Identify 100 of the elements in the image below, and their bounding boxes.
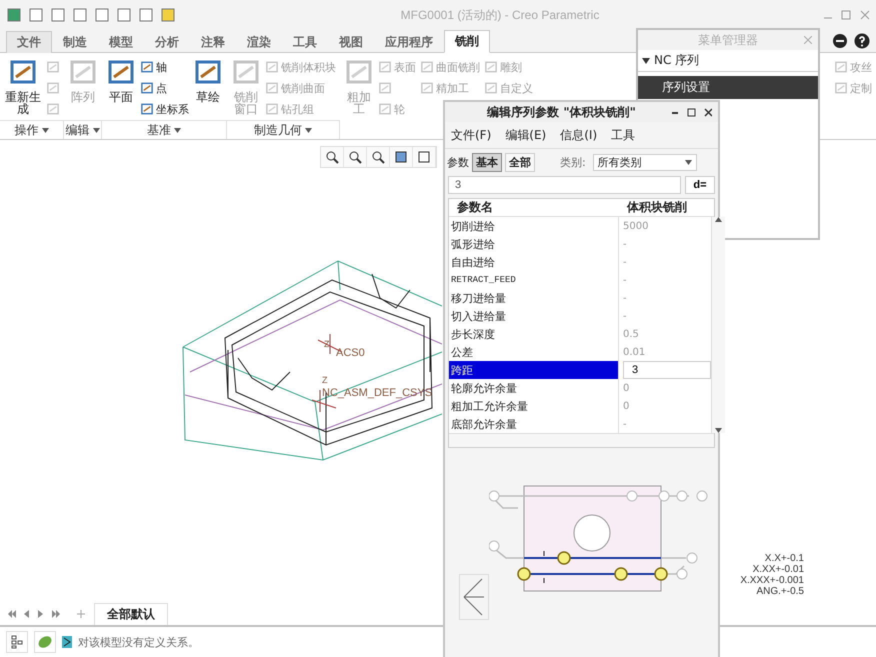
- tool-icon: [265, 81, 279, 95]
- toolbar-icon[interactable]: [6, 7, 22, 23]
- menu-item[interactable]: 工具: [611, 126, 636, 144]
- ribbon-tab[interactable]: 分析: [144, 31, 190, 53]
- scrollbar[interactable]: [711, 217, 725, 433]
- tool-icon: [420, 81, 434, 95]
- toolbar-icon[interactable]: [28, 7, 44, 23]
- parameter-name[interactable]: 自由进给: [449, 253, 619, 271]
- scrollbar[interactable]: [449, 433, 714, 447]
- tool-icon: [834, 60, 848, 74]
- ribbon-button[interactable]: 点: [140, 80, 189, 96]
- toolbar-icon[interactable]: [116, 7, 132, 23]
- group-label: 基准: [147, 122, 171, 138]
- panel-title: 菜单管理器: [698, 32, 758, 48]
- parameter-value: 0.5: [622, 328, 640, 342]
- ribbon-tab[interactable]: 工具: [282, 31, 328, 53]
- status-message: 对该模型没有定义关系。: [78, 634, 199, 650]
- tool-icon: [484, 81, 498, 95]
- sheet-tab[interactable]: 全部默认: [94, 603, 168, 625]
- parameter-name[interactable]: RETRACT_FEED: [449, 271, 619, 289]
- ribbon-button[interactable]: 草绘: [193, 57, 223, 120]
- file-menu[interactable]: 文件: [6, 31, 52, 53]
- column-header: 参数名: [456, 199, 494, 216]
- category-dropdown[interactable]: 所有类别: [592, 154, 697, 171]
- ribbon-tab[interactable]: 模型: [98, 31, 144, 53]
- tool-icon: [420, 60, 434, 74]
- tool-icon: [484, 60, 498, 74]
- ribbon-tab[interactable]: 渲染: [236, 31, 282, 53]
- parameter-value: -: [622, 274, 628, 288]
- scroll-up-icon[interactable]: [715, 217, 722, 222]
- add-sheet-icon[interactable]: [74, 607, 88, 621]
- ribbon-button[interactable]: 轴: [140, 59, 189, 75]
- tool-icon: [378, 102, 392, 116]
- zoom-fit-icon[interactable]: [325, 150, 339, 164]
- scroll-down-icon[interactable]: [715, 428, 722, 433]
- parameter-name[interactable]: 切入进给量: [449, 307, 619, 325]
- parameter-name[interactable]: 轮廓允许余量: [449, 379, 619, 397]
- menu-item[interactable]: 序列设置: [638, 76, 818, 99]
- tool-icon: [140, 102, 154, 116]
- toolbar-icon[interactable]: [160, 7, 176, 23]
- parameter-value: 5000: [622, 220, 650, 234]
- parameter-name[interactable]: 切削进给: [449, 217, 619, 235]
- toolbar-icon[interactable]: [138, 7, 154, 23]
- tool-icon: [378, 81, 392, 95]
- help-icon[interactable]: [854, 33, 870, 49]
- tree-icon[interactable]: [11, 635, 23, 649]
- field-label: 类别:: [560, 155, 586, 170]
- tolerance-text: ANG.+-0.5: [756, 586, 804, 597]
- toolbar-icon[interactable]: [72, 7, 88, 23]
- ribbon-tab[interactable]: 注释: [190, 31, 236, 53]
- dialog-title: 编辑序列参数 "体积块铣削": [486, 104, 637, 120]
- toggle-button[interactable]: 全部: [505, 153, 535, 172]
- parameter-value: -: [622, 310, 628, 324]
- column-header: 体积块铣削: [626, 199, 688, 216]
- tool-icon: [265, 102, 279, 116]
- value-field[interactable]: 3: [448, 176, 681, 194]
- field-label: 参数: [447, 155, 469, 170]
- parameter-name[interactable]: 粗加工允许余量: [449, 397, 619, 415]
- message-icon: [62, 636, 72, 648]
- value-input[interactable]: 3: [623, 361, 711, 379]
- formula-button[interactable]: d=: [685, 176, 715, 194]
- ribbon-tab[interactable]: 视图: [328, 31, 374, 53]
- ribbon-tab[interactable]: 应用程序: [374, 31, 444, 53]
- tool-icon: [46, 81, 60, 95]
- parameter-name[interactable]: 移刀进给量: [449, 289, 619, 307]
- ribbon-tab[interactable]: 铣削: [444, 30, 490, 53]
- caret-icon: [305, 128, 312, 132]
- caret-icon: [642, 56, 650, 64]
- tool-icon: [378, 60, 392, 74]
- parameter-name[interactable]: 跨距: [449, 361, 619, 379]
- tool-icon: [265, 60, 279, 74]
- window-title: MFG0001 (活动的) - Creo Parametric: [400, 6, 600, 24]
- toggle-button[interactable]: 基本: [472, 153, 502, 172]
- group-label: 编辑: [66, 122, 90, 138]
- toolbar-icon[interactable]: [94, 7, 110, 23]
- axis-label: Z: [322, 375, 328, 385]
- ribbon-button[interactable]: 坐标系: [140, 101, 189, 117]
- parameter-value: 0: [622, 382, 630, 396]
- parameter-value: -: [622, 292, 628, 306]
- tool-icon: [46, 102, 60, 116]
- caret-icon: [684, 160, 692, 165]
- ribbon-button[interactable]: 平面: [106, 57, 136, 120]
- menu-item[interactable]: 文件(F): [451, 126, 492, 144]
- menu-item[interactable]: 信息(I): [560, 126, 598, 144]
- parameter-name[interactable]: 步长深度: [449, 325, 619, 343]
- parameter-value: -: [622, 238, 628, 252]
- parameter-value: 0: [622, 400, 630, 414]
- zoom-in-icon[interactable]: [348, 150, 362, 164]
- menu-item[interactable]: 编辑(E): [505, 126, 546, 144]
- tolerance-text: X.X+-0.1: [764, 553, 804, 564]
- toolbar-icon[interactable]: [50, 7, 66, 23]
- ribbon-button[interactable]: 重新生成: [4, 57, 42, 120]
- menu-section[interactable]: NC 序列: [638, 50, 818, 72]
- ribbon-tab[interactable]: 制造: [52, 31, 98, 53]
- window-controls-icon[interactable]: [672, 108, 712, 116]
- parameter-name[interactable]: 弧形进给: [449, 235, 619, 253]
- group-label: 制造几何: [254, 122, 302, 138]
- group-label: 操作: [14, 122, 38, 138]
- zoom-out-icon[interactable]: [371, 150, 385, 164]
- axis-triad-icon: [459, 574, 489, 620]
